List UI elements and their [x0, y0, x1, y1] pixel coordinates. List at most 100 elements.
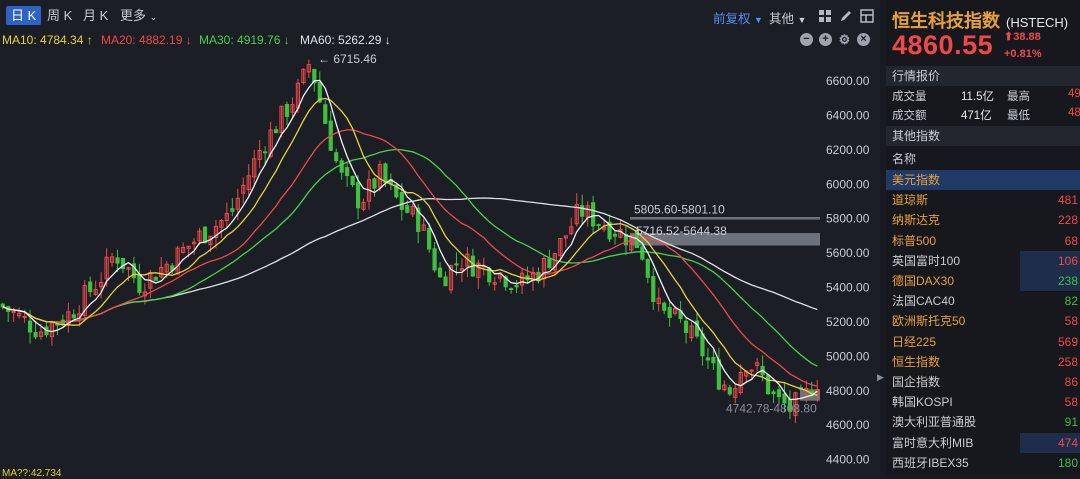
- index-row[interactable]: 国企指数 86: [892, 372, 1080, 392]
- index-value: 91: [1064, 415, 1078, 430]
- candle-body: [355, 181, 361, 209]
- index-name: 韩国KOSPI: [892, 395, 953, 410]
- adjust-dropdown[interactable]: 前复权 ▼: [713, 8, 763, 27]
- candle-body: [0, 303, 5, 308]
- stat-label: 成交额: [892, 110, 927, 122]
- collapse-handle-icon[interactable]: ▶: [877, 372, 884, 384]
- candle-body: [640, 246, 645, 260]
- index-row[interactable]: 富时意大利MIB 474: [892, 432, 1080, 453]
- candle-body: [716, 359, 721, 390]
- index-value: 180: [1057, 455, 1078, 470]
- candle-body: [765, 374, 771, 395]
- candle-body: [339, 160, 344, 173]
- candlestick-chart[interactable]: 6600.00 6400.00 6200.00 6000.00 5800.00 5600.…: [0, 50, 880, 470]
- candle-body: [284, 104, 290, 117]
- column-header: 名称: [892, 149, 1080, 169]
- candle-body: [514, 285, 519, 288]
- y-tick-label: 4800.00: [826, 384, 870, 398]
- stat-label2: 最低: [1007, 110, 1030, 122]
- index-row[interactable]: 标普500 68: [892, 231, 1080, 251]
- candle-body: [405, 205, 410, 213]
- section-other-indices: 其他指数: [886, 126, 1080, 146]
- pen-icon[interactable]: [839, 9, 853, 23]
- settings-icon[interactable]: ⚙: [838, 33, 851, 46]
- candle-body: [33, 332, 38, 338]
- index-name: 德国DAX30: [892, 274, 955, 288]
- candle-body: [427, 228, 432, 250]
- index-row[interactable]: 英国富时100 106: [892, 250, 1080, 271]
- index-value: 58: [1064, 314, 1078, 329]
- index-row[interactable]: 德国DAX30 238: [892, 271, 1080, 291]
- index-row[interactable]: 法国CAC40 82: [892, 291, 1080, 311]
- col-name: 名称: [892, 152, 917, 166]
- index-name: 法国CAC40: [892, 294, 955, 309]
- index-name: 欧洲斯托克50: [892, 314, 966, 329]
- index-row[interactable]: 西班牙IBEX35 180: [892, 453, 1080, 473]
- index-name: 标普500: [892, 233, 937, 248]
- candle-body: [230, 208, 235, 212]
- index-row[interactable]: 澳大利亚普通股 91: [892, 412, 1080, 432]
- index-value: 481: [1057, 193, 1078, 208]
- other-dropdown[interactable]: 其他 ▼: [769, 8, 806, 27]
- index-name: 纳斯达克: [892, 213, 941, 228]
- bottom-indicator-label: MA??:42.734: [2, 468, 62, 479]
- y-tick-label: 5400.00: [826, 281, 870, 295]
- index-row[interactable]: 日经225 569: [892, 332, 1080, 352]
- price-annotation: 4742.78-4808.80: [726, 402, 817, 416]
- y-tick-label: 6400.00: [826, 108, 870, 122]
- candle-body: [580, 205, 585, 217]
- ma-legend: MA10: 4784.34 ↑ MA20: 4882.19 ↓ MA30: 49…: [0, 30, 880, 50]
- tab-day-k[interactable]: 日 K: [6, 6, 42, 25]
- candle-body: [651, 276, 656, 303]
- candle-body: [11, 310, 16, 313]
- candle-body: [454, 263, 459, 266]
- tab-week-k[interactable]: 周 K: [42, 6, 77, 25]
- ma60-label: MA60: 5262.29 ↓: [300, 33, 391, 47]
- price-change: ⬆38.88: [1004, 30, 1041, 43]
- stat-label2: 最高: [1007, 91, 1030, 103]
- adjust-label: 前复权: [713, 12, 751, 26]
- minus-icon[interactable]: −: [800, 33, 813, 46]
- tab-month-k[interactable]: 月 K: [78, 6, 113, 25]
- candle-body: [202, 226, 208, 244]
- tab-more-label: 更多: [120, 8, 147, 23]
- index-row[interactable]: 恒生指数 258: [892, 352, 1080, 372]
- y-tick-label: 4400.00: [826, 453, 870, 467]
- index-row[interactable]: 纳斯达克 228: [892, 210, 1080, 230]
- index-name: 日经225: [892, 334, 937, 349]
- index-value: 258: [1057, 354, 1078, 369]
- candle-body: [547, 258, 552, 269]
- index-row[interactable]: 欧洲斯托克50 58: [892, 311, 1080, 331]
- price-annotation: 5716.52-5644.38: [636, 224, 727, 238]
- candle-body: [88, 281, 93, 293]
- index-name: 国企指数: [892, 375, 941, 389]
- candle-body: [700, 333, 705, 357]
- section-quote: 行情报价: [886, 66, 1080, 86]
- stat-label: 成交量: [892, 91, 927, 103]
- layout-icon[interactable]: [860, 9, 874, 23]
- tab-more[interactable]: 更多 ⌄: [115, 6, 162, 25]
- close-icon[interactable]: ×: [857, 33, 870, 46]
- index-row[interactable]: 美元指数: [886, 170, 1080, 190]
- ma30-label: MA30: 4919.76 ↓: [199, 33, 290, 47]
- candle-body: [727, 387, 732, 395]
- candle-body: [350, 175, 355, 186]
- y-tick-label: 5000.00: [826, 349, 870, 363]
- plus-icon[interactable]: +: [819, 33, 832, 46]
- y-tick-label: 6000.00: [826, 177, 870, 191]
- candle-body: [443, 276, 448, 287]
- stat-value2: 48: [1068, 107, 1080, 119]
- candle-body: [683, 320, 689, 333]
- y-tick-label: 6200.00: [826, 143, 870, 157]
- candle-body: [71, 314, 76, 319]
- grid-icon[interactable]: [818, 9, 832, 23]
- change-value: 38.88: [1013, 31, 1041, 43]
- y-tick-label: 5200.00: [826, 315, 870, 329]
- caret-down-icon: ▼: [754, 15, 763, 25]
- index-row[interactable]: 韩国KOSPI 58: [892, 392, 1080, 412]
- index-value: 106: [1020, 250, 1080, 271]
- candle-body: [776, 389, 782, 398]
- candle-body: [383, 163, 388, 183]
- candle-body: [591, 202, 596, 227]
- index-row[interactable]: 道琼斯 481: [892, 190, 1080, 210]
